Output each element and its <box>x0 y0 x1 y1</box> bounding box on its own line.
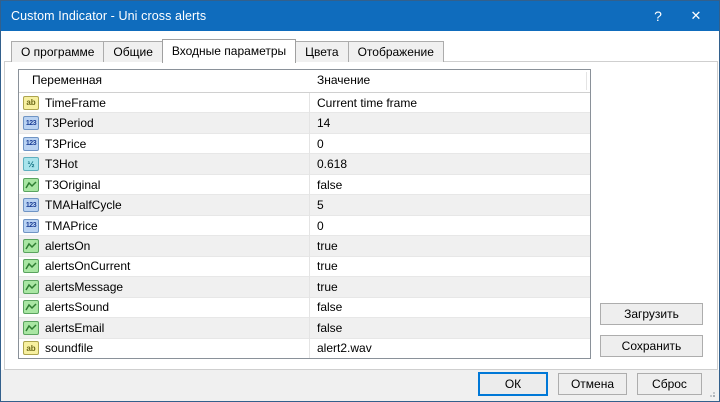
parameter-name-cell: 123 T3Price <box>19 134 309 153</box>
parameter-value-cell[interactable]: true <box>309 236 590 255</box>
title-bar: Custom Indicator - Uni cross alerts ? ✕ <box>1 1 719 31</box>
parameter-name-cell: ab TimeFrame <box>19 93 309 112</box>
table-row[interactable]: 123 TMAHalfCycle 5 <box>19 194 590 214</box>
close-icon: ✕ <box>691 8 702 24</box>
tab-bar: О программеОбщиеВходные параметрыЦветаОт… <box>11 38 443 62</box>
parameter-name: T3Period <box>45 116 94 130</box>
save-button[interactable]: Сохранить <box>600 335 703 357</box>
parameter-name-cell: 123 TMAHalfCycle <box>19 195 309 214</box>
table-row[interactable]: ab soundfile alert2.wav <box>19 338 590 358</box>
load-button[interactable]: Загрузить <box>600 303 703 325</box>
boolean-type-icon <box>23 178 39 192</box>
parameter-name: TimeFrame <box>45 96 106 110</box>
table-row[interactable]: alertsMessage true <box>19 276 590 296</box>
tab-3[interactable]: Входные параметры <box>162 39 296 63</box>
parameter-value-cell[interactable]: 5 <box>309 195 590 214</box>
table-row[interactable]: alertsOn true <box>19 235 590 255</box>
boolean-type-icon <box>23 259 39 273</box>
table-row[interactable]: alertsOnCurrent true <box>19 256 590 276</box>
parameter-name: alertsEmail <box>45 321 104 335</box>
parameter-name: T3Price <box>45 137 86 151</box>
string-type-icon: ab <box>23 341 39 355</box>
table-row[interactable]: 123 TMAPrice 0 <box>19 215 590 235</box>
column-header-value: Значение <box>309 70 590 92</box>
parameter-name-cell: alertsMessage <box>19 277 309 296</box>
parameter-name-cell: alertsEmail <box>19 318 309 337</box>
parameter-name-cell: 123 TMAPrice <box>19 216 309 235</box>
parameter-value-cell[interactable]: false <box>309 175 590 194</box>
parameter-value-cell[interactable]: true <box>309 257 590 276</box>
ok-button[interactable]: ОК <box>478 372 548 396</box>
integer-type-icon: 123 <box>23 137 39 151</box>
parameter-name: soundfile <box>45 341 93 355</box>
table-row[interactable]: alertsEmail false <box>19 317 590 337</box>
parameter-name-cell: T3Original <box>19 175 309 194</box>
tab-5[interactable]: Отображение <box>348 41 444 62</box>
boolean-type-icon <box>23 239 39 253</box>
parameter-name-cell: alertsSound <box>19 298 309 317</box>
parameter-value-cell[interactable]: 0 <box>309 216 590 235</box>
help-button[interactable]: ? <box>641 1 675 31</box>
help-icon: ? <box>654 8 662 24</box>
parameter-value-cell[interactable]: 0.618 <box>309 154 590 173</box>
parameter-name: alertsOn <box>45 239 90 253</box>
parameter-name-cell: alertsOn <box>19 236 309 255</box>
parameter-name: T3Hot <box>45 157 78 171</box>
column-divider <box>309 70 310 358</box>
table-row[interactable]: ½ T3Hot 0.618 <box>19 153 590 173</box>
parameter-value-cell[interactable]: Current time frame <box>309 93 590 112</box>
table-header: Переменная Значение <box>19 70 590 93</box>
table-row[interactable]: ab TimeFrame Current time frame <box>19 93 590 112</box>
indicator-properties-dialog: Custom Indicator - Uni cross alerts ? ✕ … <box>0 0 720 402</box>
resize-grip[interactable] <box>706 388 716 398</box>
integer-type-icon: 123 <box>23 198 39 212</box>
parameter-name-cell: ½ T3Hot <box>19 154 309 173</box>
table-row[interactable]: 123 T3Period 14 <box>19 112 590 132</box>
table-row[interactable]: alertsSound false <box>19 297 590 317</box>
cancel-button[interactable]: Отмена <box>558 373 627 395</box>
parameter-name: TMAPrice <box>45 219 98 233</box>
tab-2[interactable]: Общие <box>103 41 162 62</box>
parameter-name: alertsMessage <box>45 280 123 294</box>
reset-button[interactable]: Сброс <box>637 373 702 395</box>
double-type-icon: ½ <box>23 157 39 171</box>
parameter-name: alertsOnCurrent <box>45 259 130 273</box>
window-title: Custom Indicator - Uni cross alerts <box>1 9 206 23</box>
string-type-icon: ab <box>23 96 39 110</box>
parameter-name: T3Original <box>45 178 100 192</box>
parameter-rows: ab TimeFrame Current time frame 123 T3Pe… <box>19 93 590 358</box>
table-row[interactable]: T3Original false <box>19 174 590 194</box>
column-header-variable: Переменная <box>19 70 309 92</box>
integer-type-icon: 123 <box>23 219 39 233</box>
tab-1[interactable]: О программе <box>11 41 104 62</box>
parameter-name-cell: 123 T3Period <box>19 113 309 132</box>
parameter-value-cell[interactable]: 0 <box>309 134 590 153</box>
parameter-value-cell[interactable]: true <box>309 277 590 296</box>
boolean-type-icon <box>23 321 39 335</box>
parameters-table: Переменная Значение ab TimeFrame Current… <box>18 69 591 359</box>
parameter-value-cell[interactable]: alert2.wav <box>309 339 590 358</box>
tab-4[interactable]: Цвета <box>295 41 348 62</box>
integer-type-icon: 123 <box>23 116 39 130</box>
parameter-name: TMAHalfCycle <box>45 198 122 212</box>
boolean-type-icon <box>23 280 39 294</box>
parameter-value-cell[interactable]: false <box>309 298 590 317</box>
parameter-name-cell: alertsOnCurrent <box>19 257 309 276</box>
parameter-name-cell: ab soundfile <box>19 339 309 358</box>
boolean-type-icon <box>23 300 39 314</box>
close-button[interactable]: ✕ <box>679 1 713 31</box>
parameter-name: alertsSound <box>45 300 109 314</box>
parameter-value-cell[interactable]: 14 <box>309 113 590 132</box>
parameter-value-cell[interactable]: false <box>309 318 590 337</box>
table-row[interactable]: 123 T3Price 0 <box>19 133 590 153</box>
